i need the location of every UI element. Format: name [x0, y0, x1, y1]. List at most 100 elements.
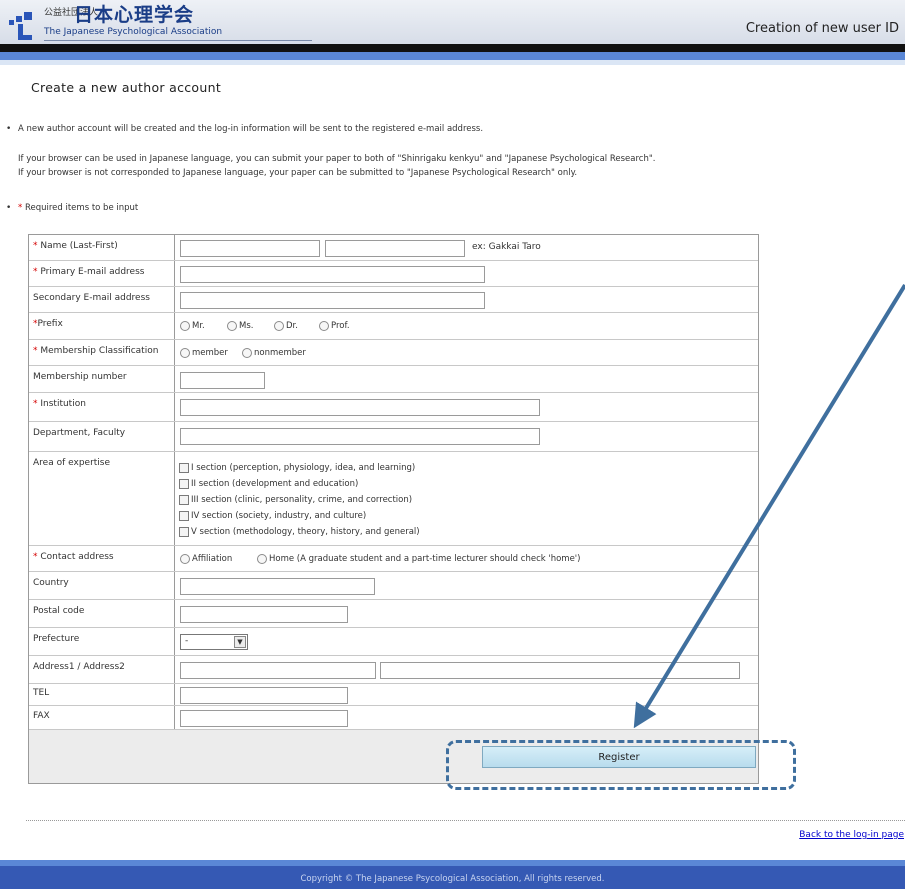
country-label: Country [29, 572, 175, 599]
bullet: • [6, 124, 12, 134]
form-row-fax: FAX [29, 706, 758, 730]
form-row-membership-number: Membership number [29, 366, 758, 393]
form-row-address: Address1 / Address2 [29, 656, 758, 684]
form-row-contact: * Contact address Affiliation Home (A gr… [29, 546, 758, 572]
radio-icon [319, 321, 329, 331]
secondary-email-label: Secondary E-mail address [29, 287, 175, 312]
required-star: * [18, 203, 23, 213]
required-note-text: Required items to be input [24, 203, 139, 213]
required-note: * Required items to be input [18, 203, 138, 213]
name-label: * Name (Last-First) [29, 235, 175, 260]
expertise-checkbox-4[interactable]: IV section (society, industry, and cultu… [179, 511, 366, 521]
name-field: ex: Gakkai Taro [175, 235, 758, 260]
fax-label: FAX [29, 706, 175, 729]
prefix-radio-dr[interactable]: Dr. [274, 321, 298, 331]
org-name-en: The Japanese Psychological Association [44, 27, 223, 37]
header-bar-light [0, 60, 905, 65]
membership-radio-member[interactable]: member [180, 348, 228, 358]
radio-icon [180, 321, 190, 331]
radio-icon [227, 321, 237, 331]
language-note-1: If your browser can be used in Japanese … [18, 154, 656, 164]
back-to-login-link[interactable]: Back to the log-in page [799, 830, 904, 840]
required-star: * [33, 267, 38, 277]
tel-input[interactable] [180, 687, 348, 704]
registration-form: * Name (Last-First) ex: Gakkai Taro * Pr… [28, 234, 759, 784]
membership-number-label: Membership number [29, 366, 175, 392]
checkbox-icon [179, 527, 189, 537]
institution-label: * Institution [29, 393, 175, 421]
country-input[interactable] [180, 578, 375, 595]
form-row-department: Department, Faculty [29, 422, 758, 452]
radio-icon [274, 321, 284, 331]
expertise-checkbox-3[interactable]: III section (clinic, personality, crime,… [179, 495, 412, 505]
required-star: * [33, 552, 38, 562]
last-name-input[interactable] [180, 240, 320, 257]
prefecture-select[interactable]: - ▼ [180, 634, 248, 650]
header-bar-blue [0, 52, 905, 60]
department-input[interactable] [180, 428, 540, 445]
fax-input[interactable] [180, 710, 348, 727]
checkbox-icon [179, 495, 189, 505]
radio-icon [242, 348, 252, 358]
bullet: • [6, 203, 12, 213]
form-row-institution: * Institution [29, 393, 758, 422]
form-row-name: * Name (Last-First) ex: Gakkai Taro [29, 235, 758, 261]
membership-label: * Membership Classification [29, 340, 175, 365]
expertise-checkbox-2[interactable]: II section (development and education) [179, 479, 358, 489]
header-bar-black [0, 44, 905, 52]
form-row-primary-email: * Primary E-mail address [29, 261, 758, 287]
secondary-email-input[interactable] [180, 292, 485, 309]
prefix-radio-ms[interactable]: Ms. [227, 321, 253, 331]
required-star: * [33, 346, 38, 356]
contact-radio-affiliation[interactable]: Affiliation [180, 554, 232, 564]
address-label: Address1 / Address2 [29, 656, 175, 683]
form-row-secondary-email: Secondary E-mail address [29, 287, 758, 313]
form-row-country: Country [29, 572, 758, 600]
page-title: Creation of new user ID [745, 21, 899, 36]
primary-email-label: * Primary E-mail address [29, 261, 175, 286]
checkbox-icon [179, 479, 189, 489]
checkbox-icon [179, 463, 189, 473]
form-heading: Create a new author account [31, 80, 222, 95]
first-name-input[interactable] [325, 240, 465, 257]
form-row-tel: TEL [29, 684, 758, 706]
annotation-highlight-box [446, 740, 796, 790]
footer-divider [26, 820, 905, 822]
institution-input[interactable] [180, 399, 540, 416]
radio-icon [180, 554, 190, 564]
association-logo-icon [9, 12, 32, 40]
tel-label: TEL [29, 684, 175, 705]
contact-radio-home[interactable]: Home (A graduate student and a part-time… [257, 554, 580, 564]
logo-underline [44, 40, 312, 41]
expertise-checkbox-5[interactable]: V section (methodology, theory, history,… [179, 527, 420, 537]
expertise-label: Area of expertise [29, 452, 175, 545]
required-star: * [33, 241, 38, 251]
form-row-expertise: Area of expertise I section (perception,… [29, 452, 758, 546]
site-header: 公益社団法人 日本心理学会 The Japanese Psychological… [0, 0, 905, 45]
expertise-checkbox-1[interactable]: I section (perception, physiology, idea,… [179, 463, 415, 473]
prefix-label: *Prefix [29, 313, 175, 339]
intro-note: A new author account will be created and… [18, 124, 484, 134]
prefix-radio-mr[interactable]: Mr. [180, 321, 205, 331]
primary-email-input[interactable] [180, 266, 485, 283]
required-star: * [33, 399, 38, 409]
radio-icon [180, 348, 190, 358]
membership-number-input[interactable] [180, 372, 265, 389]
form-row-membership: * Membership Classification member nonme… [29, 340, 758, 366]
language-note-2: If your browser is not corresponded to J… [18, 168, 578, 178]
form-row-postal: Postal code [29, 600, 758, 628]
org-name-jp: 日本心理学会 [74, 4, 195, 26]
postal-code-input[interactable] [180, 606, 348, 623]
form-row-prefix: *Prefix Mr. Ms. Dr. Prof. [29, 313, 758, 340]
membership-radio-nonmember[interactable]: nonmember [242, 348, 306, 358]
department-label: Department, Faculty [29, 422, 175, 451]
prefix-radio-prof[interactable]: Prof. [319, 321, 350, 331]
dropdown-arrow-icon: ▼ [234, 636, 246, 648]
name-example-hint: ex: Gakkai Taro [472, 242, 541, 252]
address1-input[interactable] [180, 662, 376, 679]
checkbox-icon [179, 511, 189, 521]
address2-input[interactable] [380, 662, 740, 679]
postal-code-label: Postal code [29, 600, 175, 627]
contact-label: * Contact address [29, 546, 175, 571]
form-row-prefecture: Prefecture - ▼ [29, 628, 758, 656]
